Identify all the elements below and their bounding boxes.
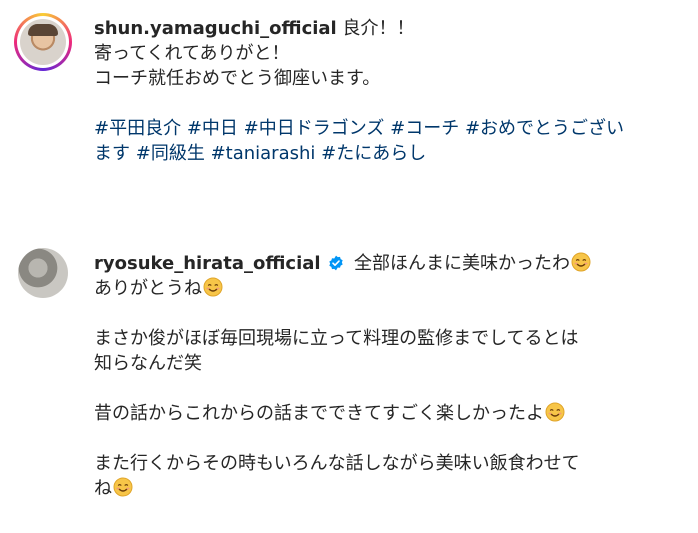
avatar-story-ring[interactable] [14,13,72,71]
comment-text: ね [94,478,112,499]
caption: shun.yamaguchi_official 良介！！ 寄ってくれてありがと！… [94,16,624,166]
hashtag-link[interactable]: #平田良介 [94,118,181,139]
hashtag-link[interactable]: #同級生 [136,143,205,164]
comment-text: ありがとうね [94,278,202,299]
hashtag-link[interactable]: #中日ドラゴンズ [244,118,385,139]
comment-text: また行くからその時もいろんな話しながら美味い飯食わせて [94,453,580,474]
verified-badge-icon [329,255,343,271]
avatar [20,19,66,65]
username-link[interactable]: shun.yamaguchi_official [94,18,337,39]
hashtag-line: #平田良介 #中日 #中日ドラゴンズ #コーチ #おめでとうござい [94,116,624,141]
avatar[interactable] [18,248,68,298]
username-link[interactable]: ryosuke_hirata_official [94,253,321,274]
comment-text: 昔の話からこれからの話までできてすごく楽しかったよ [94,403,544,424]
avatar-ring-gap [17,16,69,68]
smiling-face-emoji [545,402,565,422]
comment-text: 知らなんだ笑 [94,353,202,374]
hashtag-link[interactable]: #おめでとうござい [465,118,624,139]
comment-text: 全部ほんまに美味かったわ [354,253,571,274]
smiling-face-emoji [571,252,591,272]
hashtag-link[interactable]: #たにあらし [321,143,426,164]
caption-text: コーチ就任おめでとう御座います。 [94,68,381,89]
comment: ryosuke_hirata_official 全部ほんまに美味かったわ ありが… [94,251,591,501]
comment-text: まさか俊がほぼ毎回現場に立って料理の監修までしてるとは [94,328,579,349]
hashtag-link[interactable]: #taniarashi [211,143,316,164]
hashtag-line: ます #同級生 #taniarashi #たにあらし [94,141,624,166]
hashtag-link[interactable]: #中日 [187,118,238,139]
hashtag-link[interactable]: ます [94,143,130,164]
smiling-face-emoji [113,477,133,497]
caption-text: 寄ってくれてありがと！ [94,43,290,64]
smiling-face-emoji [203,277,223,297]
caption-text: 良介！！ [342,18,415,39]
hashtag-link[interactable]: #コーチ [390,118,459,139]
